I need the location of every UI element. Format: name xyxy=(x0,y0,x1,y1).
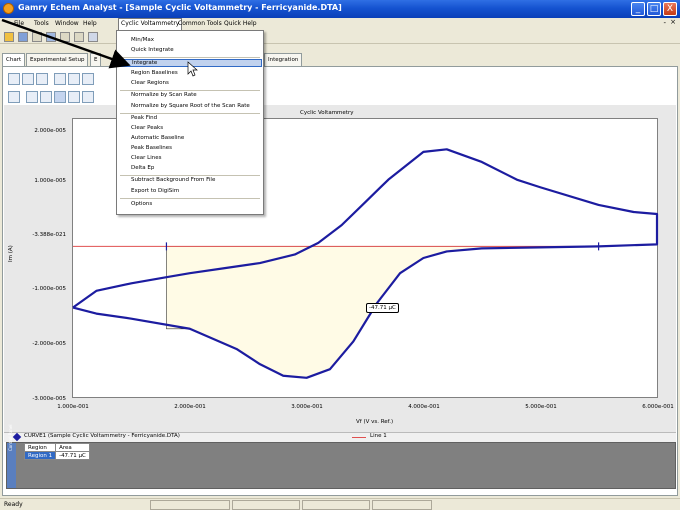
menu-separator xyxy=(120,175,260,176)
menu-item-clear-regions[interactable]: Clear Regions xyxy=(131,80,169,86)
menu-item-subtract-background[interactable]: Subtract Background From File xyxy=(131,177,215,183)
table-cell-region[interactable]: Region 1 xyxy=(23,451,57,460)
results-table[interactable]: Region Area Region 1 -47.71 µC xyxy=(23,443,90,460)
menu-item-integrate[interactable]: Integrate xyxy=(118,59,262,67)
menu-item-clear-peaks[interactable]: Clear Peaks xyxy=(131,125,163,131)
menu-item-normalize-scan-rate[interactable]: Normalize by Scan Rate xyxy=(131,92,197,98)
legend-curve1[interactable]: CURVE1 (Sample Cyclic Voltammetry - Ferr… xyxy=(24,433,180,439)
menu-item-delta-ep[interactable]: Delta Ep xyxy=(131,165,154,171)
menu-item-region-baselines[interactable]: Region Baselines xyxy=(131,70,178,76)
control-panel-label: Control Panel xyxy=(8,424,13,451)
line-legend-marker-icon xyxy=(352,437,366,438)
status-text: Ready xyxy=(4,501,23,508)
integration-area-label[interactable]: -47.71 µC xyxy=(366,303,399,313)
menu-item-peak-baselines[interactable]: Peak Baselines xyxy=(131,145,172,151)
table-header-area[interactable]: Area xyxy=(55,443,90,452)
table-cell-area[interactable]: -47.71 µC xyxy=(55,451,90,460)
app-window: Gamry Echem Analyst - [Sample Cyclic Vol… xyxy=(0,0,680,510)
table-row[interactable]: Region 1 -47.71 µC xyxy=(23,451,90,460)
cyclic-voltammetry-menu: Min/Max Quick Integrate Integrate Region… xyxy=(116,30,264,215)
menu-item-min-max[interactable]: Min/Max xyxy=(131,37,154,43)
status-panel xyxy=(372,500,432,510)
legend-line1[interactable]: Line 1 xyxy=(370,433,387,439)
menu-item-options[interactable]: Options xyxy=(131,201,152,207)
menu-item-clear-lines[interactable]: Clear Lines xyxy=(131,155,161,161)
results-panel xyxy=(6,442,676,489)
menu-item-peak-find[interactable]: Peak Find xyxy=(131,115,157,121)
menu-separator xyxy=(120,57,260,58)
control-panel-strip[interactable]: Control Panel xyxy=(7,424,16,488)
menu-separator xyxy=(120,113,260,114)
status-panel xyxy=(302,500,370,510)
menu-separator xyxy=(120,90,260,91)
menu-item-export-digisim[interactable]: Export to DigiSim xyxy=(131,188,179,194)
menu-item-automatic-baseline[interactable]: Automatic Baseline xyxy=(131,135,184,141)
table-header-region[interactable]: Region xyxy=(23,443,57,452)
status-panel xyxy=(232,500,300,510)
menu-separator xyxy=(120,198,260,199)
status-panel xyxy=(150,500,230,510)
menu-item-normalize-sqrt-scan-rate[interactable]: Normalize by Square Root of the Scan Rat… xyxy=(131,103,250,109)
menu-item-quick-integrate[interactable]: Quick Integrate xyxy=(131,47,174,53)
status-bar: Ready xyxy=(0,498,680,510)
